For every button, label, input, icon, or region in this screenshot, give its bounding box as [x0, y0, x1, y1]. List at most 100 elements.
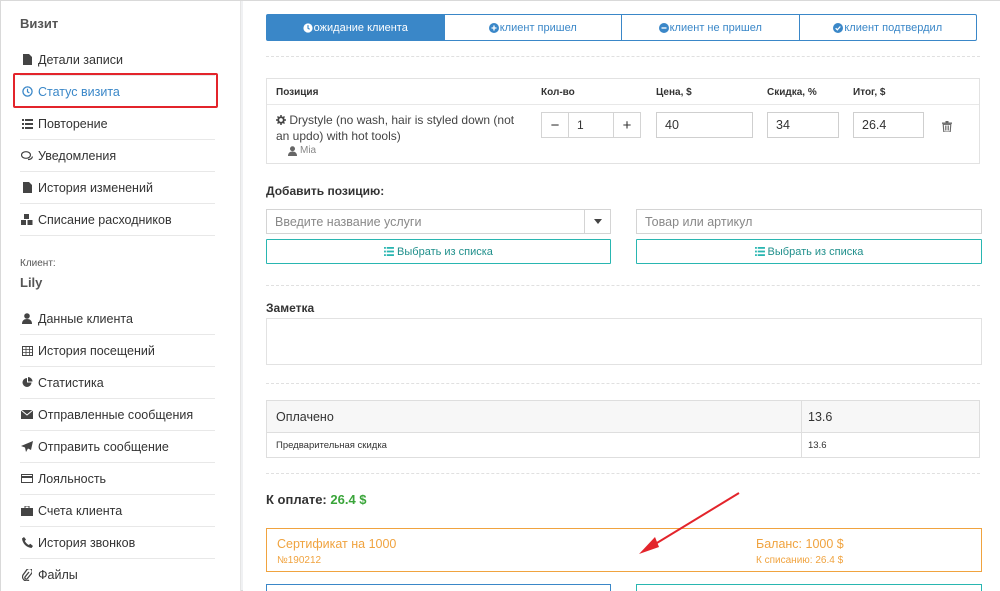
card-icon — [20, 474, 34, 483]
sidebar-item-label: Отправленные сообщения — [38, 407, 194, 422]
phone-icon — [20, 537, 34, 548]
user-icon — [20, 313, 34, 324]
item-name: Drystyle (no wash, hair is styled down (… — [276, 113, 515, 143]
col-qty: Кол-во — [541, 87, 575, 98]
sidebar-item-call-history[interactable]: История звонков — [20, 527, 215, 559]
increment-button[interactable]: + — [614, 113, 640, 137]
quantity-stepper: − 1 + — [541, 112, 641, 138]
pie-icon — [20, 377, 34, 388]
prediscount-label: Предварительная скидка — [267, 433, 802, 457]
sidebar-item-label: Уведомления — [38, 148, 117, 163]
paid-row: Оплачено 13.6 — [267, 401, 979, 432]
sidebar-item-loyalty[interactable]: Лояльность — [20, 463, 215, 495]
col-total: Итог, $ — [853, 87, 886, 98]
certificate-card[interactable]: Сертификат на 1000 №190212 Баланс: 1000 … — [266, 528, 982, 572]
col-position: Позиция — [276, 87, 319, 98]
sidebar-item-label: Отправить сообщение — [38, 439, 169, 454]
sidebar-item-files[interactable]: Файлы — [20, 559, 215, 591]
status-confirmed-button[interactable]: клиент подтвердил — [798, 14, 977, 41]
sidebar-item-label: История звонков — [38, 535, 136, 550]
status-no-show-button[interactable]: клиент не пришел — [621, 14, 800, 41]
file-icon — [20, 54, 34, 65]
prediscount-value: 13.6 — [808, 439, 827, 451]
status-arrived-button[interactable]: клиент пришел — [443, 14, 622, 41]
bottom-button-right[interactable] — [636, 584, 982, 591]
paperclip-icon — [20, 569, 34, 581]
divider — [266, 383, 980, 384]
client-name: Lily — [20, 275, 43, 290]
item-master: Mia — [288, 145, 316, 156]
client-label: Клиент: — [20, 258, 56, 269]
clock-icon — [303, 22, 313, 33]
divider — [266, 56, 980, 57]
sidebar-item-send-message[interactable]: Отправить сообщение — [20, 431, 215, 463]
check-circle-icon — [833, 22, 844, 33]
note-label: Заметка — [266, 301, 315, 315]
col-discount: Скидка, % — [767, 87, 817, 98]
sidebar-item-consumables[interactable]: Списание расходников — [20, 204, 215, 236]
certificate-name: Сертификат на 1000 — [277, 537, 397, 551]
table-icon — [20, 345, 34, 356]
discount-input[interactable]: 34 — [767, 112, 839, 138]
sidebar-item-label: История посещений — [38, 343, 155, 358]
note-textarea[interactable] — [266, 318, 982, 365]
price-input[interactable]: 40 — [656, 112, 753, 138]
bottom-button-left[interactable] — [266, 584, 611, 591]
divider — [266, 473, 980, 474]
sidebar-item-repeat[interactable]: Повторение — [20, 108, 215, 140]
briefcase-icon — [20, 505, 34, 516]
service-search-input[interactable]: Введите название услуги — [266, 209, 611, 234]
sidebar-item-label: История изменений — [38, 180, 153, 195]
sidebar-item-client-data[interactable]: Данные клиента — [20, 303, 215, 335]
sidebar-item-label: Списание расходников — [38, 212, 172, 227]
product-search-input[interactable]: Товар или артикул — [636, 209, 982, 234]
col-price: Цена, $ — [656, 87, 692, 98]
status-waiting-button[interactable]: ожидание клиента — [266, 14, 445, 41]
sidebar-item-label: Детали записи — [38, 52, 123, 67]
sidebar-item-label: Статистика — [38, 375, 104, 390]
sidebar-item-label: Повторение — [38, 116, 108, 131]
annotation-arrow-icon — [639, 492, 740, 554]
app-frame: Визит Детали записи Статус визита Повтор… — [0, 0, 1000, 591]
decrement-button[interactable]: − — [542, 113, 568, 137]
sidebar-title: Визит — [20, 16, 59, 31]
list-icon — [20, 118, 34, 129]
sidebar-item-label: Файлы — [38, 568, 78, 582]
sidebar-item-label: Счета клиента — [38, 503, 123, 518]
certificate-writeoff: К списанию: 26.4 $ — [756, 555, 844, 566]
to-pay-amount: 26.4 $ — [330, 492, 367, 507]
sidebar-item-sent-messages[interactable]: Отправленные сообщения — [20, 399, 215, 431]
sidebar-item-visit-history[interactable]: История посещений — [20, 335, 215, 367]
choose-service-button[interactable]: Выбрать из списка — [266, 239, 611, 264]
prediscount-row: Предварительная скидка 13.6 — [267, 432, 979, 457]
list-icon — [384, 247, 394, 256]
envelope-icon — [20, 410, 34, 419]
items-table: Позиция Кол-во Цена, $ Скидка, % Итог, $… — [266, 78, 980, 164]
divider — [266, 285, 980, 286]
sidebar-item-label: Лояльность — [38, 471, 107, 486]
quantity-input[interactable]: 1 — [568, 113, 614, 137]
chat-icon — [20, 150, 34, 161]
total-input[interactable]: 26.4 — [853, 112, 924, 138]
main-panel: ожидание клиента клиент пришел клиент не… — [243, 1, 1000, 591]
trash-icon[interactable] — [942, 119, 952, 137]
sidebar-item-statistics[interactable]: Статистика — [20, 367, 215, 399]
chevron-down-icon[interactable] — [584, 210, 610, 233]
add-position-label: Добавить позицию: — [266, 184, 385, 198]
sidebar-item-label: Данные клиента — [38, 311, 133, 326]
sidebar-item-history[interactable]: История изменений — [20, 172, 215, 204]
gear-icon — [276, 114, 286, 129]
sidebar-item-details[interactable]: Детали записи — [20, 44, 215, 76]
list-icon — [754, 247, 765, 256]
header-divider — [267, 104, 979, 105]
send-icon — [20, 441, 34, 452]
choose-product-button[interactable]: Выбрать из списка — [636, 239, 982, 264]
certificate-balance: Баланс: 1000 $ — [756, 537, 844, 551]
payment-table: Оплачено 13.6 Предварительная скидка 13.… — [266, 400, 980, 458]
file-icon — [20, 182, 34, 193]
to-pay: К оплате: 26.4 $ — [266, 492, 367, 507]
paid-value: 13.6 — [808, 409, 833, 424]
plus-circle-icon — [488, 22, 499, 33]
sidebar-item-notifications[interactable]: Уведомления — [20, 140, 215, 172]
sidebar-item-client-accounts[interactable]: Счета клиента — [20, 495, 215, 527]
